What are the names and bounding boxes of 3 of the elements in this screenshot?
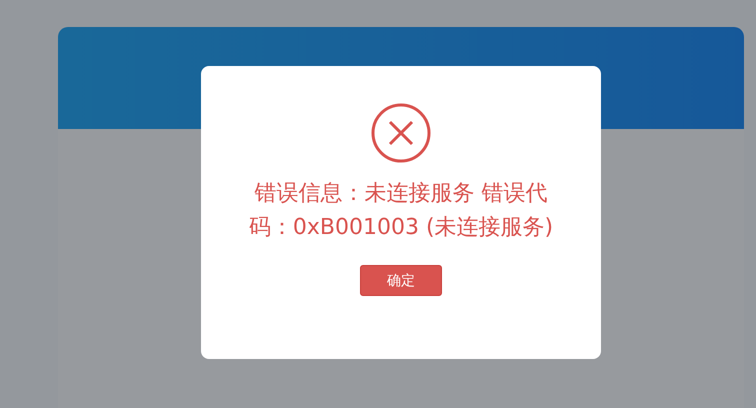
error-icon bbox=[371, 103, 431, 163]
error-message: 错误信息：未连接服务 错误代码：0xB001003 (未连接服务) bbox=[248, 180, 554, 242]
confirm-button[interactable]: 确定 bbox=[360, 265, 442, 296]
